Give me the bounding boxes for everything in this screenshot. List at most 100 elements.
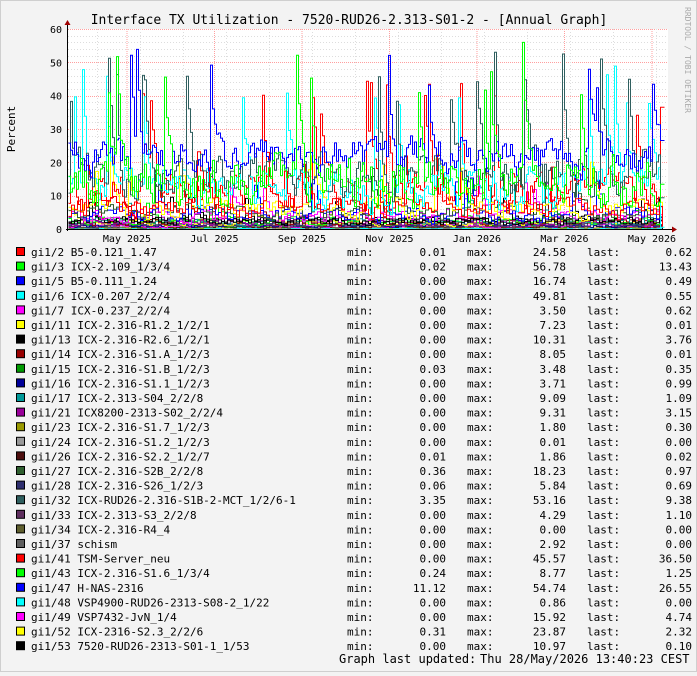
legend-last-label: last: bbox=[587, 538, 620, 551]
legend-max-value: 5.84 bbox=[540, 480, 567, 493]
legend-min-value: 0.00 bbox=[420, 407, 447, 420]
legend-series-name: gi1/52 ICX-2316-S2.3_2/2/6 bbox=[31, 626, 203, 639]
legend-series-name: gi1/48 VSP4900-RUD26-2313-S08-2_1/22 bbox=[31, 596, 269, 609]
legend-row: gi1/26 ICX-2.316-S2.2_1/2/7 min: 0.01 max: 1… bbox=[16, 450, 692, 463]
legend-row: gi1/34 ICX-2.316-R4_4 min: 0.00 max: 0.00 las… bbox=[16, 523, 693, 536]
legend-swatch bbox=[16, 422, 25, 432]
legend-last-value: 26.55 bbox=[659, 582, 692, 595]
legend-swatch bbox=[16, 378, 25, 388]
graph-frame: Interface TX Utilization - 7520-RUD26-2.… bbox=[0, 0, 697, 672]
legend-row: gi1/24 ICX-2.316-S1.2_1/2/3 min: 0.00 max: 0… bbox=[16, 436, 692, 449]
legend-min-value: 0.00 bbox=[420, 436, 447, 449]
legend-swatch bbox=[16, 363, 25, 373]
legend-min-value: 0.03 bbox=[420, 363, 447, 376]
legend-max-value: 4.29 bbox=[540, 509, 567, 522]
legend-max-label: max: bbox=[467, 465, 494, 478]
legend-last-label: last: bbox=[587, 304, 620, 317]
legend-min-value: 0.00 bbox=[420, 275, 447, 288]
legend-last-value: 2.32 bbox=[666, 626, 693, 639]
legend-min-label: min: bbox=[347, 523, 374, 536]
legend-min-value: 0.00 bbox=[420, 596, 447, 609]
legend-min-value: 0.06 bbox=[420, 480, 447, 493]
legend-series-name: gi1/27 ICX-2.316-S2B_2/2/8 bbox=[31, 465, 203, 478]
legend-row: gi1/28 ICX-2.316-S26_1/2/3 min: 0.06 max: 5.… bbox=[16, 480, 693, 493]
legend-max-label: max: bbox=[467, 290, 494, 303]
legend-swatch bbox=[16, 334, 25, 344]
legend-row: gi1/11 ICX-2.316-R1.2_1/2/1 min: 0.00 max: 7… bbox=[16, 319, 692, 332]
legend-max-value: 56.78 bbox=[533, 261, 566, 274]
legend-max-value: 3.50 bbox=[540, 304, 567, 317]
x-tick-labels: May 2025 Jul 2025 Sep 2025 Nov 2025 Jan 2026… bbox=[103, 234, 676, 245]
legend-min-label: min: bbox=[347, 450, 374, 463]
legend-max-label: max: bbox=[467, 348, 494, 361]
legend-row: gi1/47 H-NAS-2316 min: 11.12 max: 54.74 last:… bbox=[16, 582, 692, 595]
y-tick-label: 20 bbox=[50, 158, 62, 169]
legend-series-name: gi1/16 ICX-2.316-S1.1_1/2/3 bbox=[31, 377, 210, 390]
legend-row: gi1/21 ICX8200-2313-S02_2/2/4 min: 0.00 max… bbox=[16, 407, 692, 420]
legend-min-value: 0.31 bbox=[420, 626, 447, 639]
legend-max-label: max: bbox=[467, 611, 494, 624]
legend-last-value: 3.76 bbox=[666, 334, 693, 347]
legend-swatch bbox=[16, 626, 25, 636]
legend-swatch bbox=[16, 261, 25, 271]
legend-min-value: 0.24 bbox=[420, 567, 447, 580]
legend-min-label: min: bbox=[347, 596, 374, 609]
legend-series-name: gi1/41 TSM-Server_neu bbox=[31, 553, 170, 566]
legend-last-label: last: bbox=[587, 334, 620, 347]
legend-max-label: max: bbox=[467, 523, 494, 536]
legend-max-label: max: bbox=[467, 275, 494, 288]
legend-last-value: 1.09 bbox=[666, 392, 693, 405]
x-tick-label: May 2025 bbox=[103, 234, 151, 245]
legend-max-label: max: bbox=[467, 596, 494, 609]
legend-series-name: gi1/26 ICX-2.316-S2.2_1/2/7 bbox=[31, 450, 210, 463]
legend-row: gi1/27 ICX-2.316-S2B_2/2/8 min: 0.36 max: 18… bbox=[16, 465, 692, 478]
legend-min-value: 0.00 bbox=[420, 421, 447, 434]
legend-min-value: 0.00 bbox=[420, 509, 447, 522]
legend-row: gi1/49 VSP7432-JvN_1/4 min: 0.00 max: 15.92 l… bbox=[16, 611, 692, 624]
x-tick-label: Mar 2026 bbox=[540, 234, 588, 245]
x-tick-label: Nov 2025 bbox=[365, 234, 413, 245]
legend-last-label: last: bbox=[587, 553, 620, 566]
legend-series-name: gi1/37 schism bbox=[31, 538, 117, 551]
legend-min-label: min: bbox=[347, 348, 374, 361]
legend-last-label: last: bbox=[587, 465, 620, 478]
legend-swatch bbox=[16, 568, 25, 578]
legend-swatch bbox=[16, 407, 25, 417]
legend-max-label: max: bbox=[467, 377, 494, 390]
legend-min-value: 0.00 bbox=[420, 611, 447, 624]
legend-min-label: min: bbox=[347, 290, 374, 303]
legend-last-label: last: bbox=[587, 567, 620, 580]
legend-row: gi1/17 ICX-2.313-S04_2/2/8 min: 0.00 max: 9.… bbox=[16, 392, 693, 405]
legend-swatch bbox=[16, 349, 25, 359]
legend-series-name: gi1/6 ICX-0.207_2/2/4 bbox=[31, 290, 170, 303]
legend-swatch bbox=[16, 305, 25, 315]
legend-max-value: 18.23 bbox=[533, 465, 566, 478]
legend-max-label: max: bbox=[467, 363, 494, 376]
legend-last-value: 0.55 bbox=[666, 290, 693, 303]
legend-series-name: gi1/49 VSP7432-JvN_1/4 bbox=[31, 611, 177, 624]
legend-row: gi1/52 ICX-2316-S2.3_2/2/6 min: 0.31 max: 23… bbox=[16, 626, 693, 639]
legend-min-label: min: bbox=[347, 480, 374, 493]
legend-last-value: 0.00 bbox=[666, 523, 693, 536]
legend-max-value: 2.92 bbox=[540, 538, 567, 551]
legend-series-name: gi1/11 ICX-2.316-R1.2_1/2/1 bbox=[31, 319, 210, 332]
legend-max-value: 3.48 bbox=[540, 363, 567, 376]
legend-last-value: 0.62 bbox=[666, 246, 693, 259]
legend-max-value: 9.09 bbox=[540, 392, 567, 405]
legend-series-name: gi1/47 H-NAS-2316 bbox=[31, 582, 144, 595]
legend-min-value: 0.00 bbox=[420, 392, 447, 405]
legend-last-label: last: bbox=[587, 494, 620, 507]
legend-max-value: 10.31 bbox=[533, 334, 566, 347]
legend-last-label: last: bbox=[587, 436, 620, 449]
legend-min-label: min: bbox=[347, 626, 374, 639]
legend-min-label: min: bbox=[347, 611, 374, 624]
legend-series-name: gi1/13 ICX-2.316-R2.6_1/2/1 bbox=[31, 334, 210, 347]
legend-swatch bbox=[16, 466, 25, 475]
last-updated-label: Graph last updated: bbox=[339, 652, 476, 666]
legend-min-value: 0.02 bbox=[420, 261, 447, 274]
legend-last-value: 0.69 bbox=[666, 480, 693, 493]
legend-min-label: min: bbox=[347, 246, 374, 259]
legend-last-label: last: bbox=[587, 480, 620, 493]
legend-max-label: max: bbox=[467, 304, 494, 317]
legend-max-label: max: bbox=[467, 509, 494, 522]
